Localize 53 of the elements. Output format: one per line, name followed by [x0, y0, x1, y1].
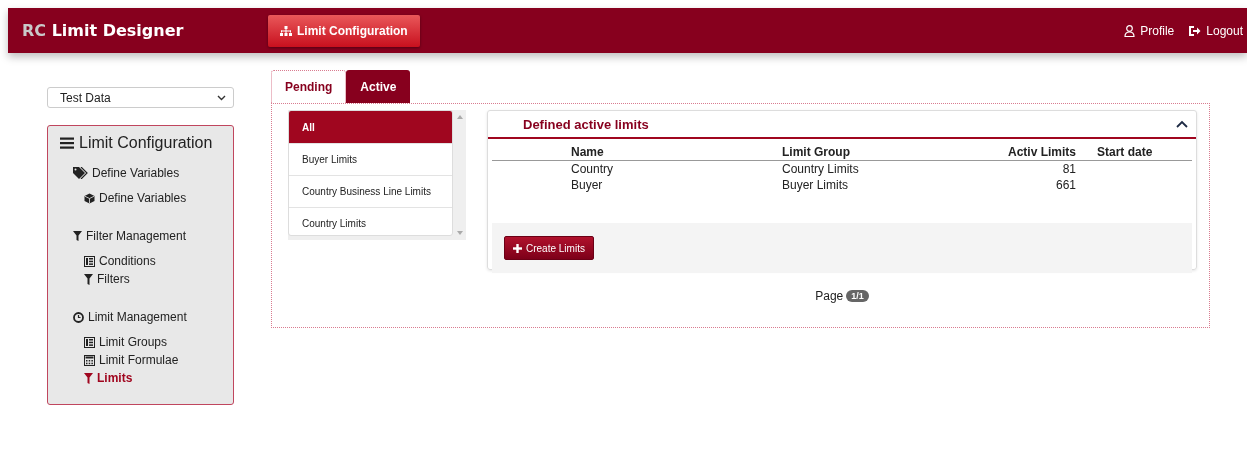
filter-icon	[84, 372, 93, 384]
cube-icon	[84, 192, 95, 204]
plus-icon	[513, 243, 522, 253]
page-badge: 1/1	[846, 290, 869, 302]
logout-link[interactable]: Logout	[1188, 23, 1243, 38]
filter-icon	[84, 273, 93, 285]
tag-icon	[73, 167, 88, 179]
column-header: Name	[571, 145, 605, 160]
dataset-select[interactable]: Test Data	[47, 87, 234, 108]
profile-link[interactable]: Profile	[1124, 23, 1175, 38]
group-heading: Filter Management	[86, 229, 187, 243]
group-heading: Define Variables	[92, 166, 180, 180]
table-cell-text: 81	[1061, 161, 1076, 177]
group-heading: Limit Management	[88, 310, 187, 324]
tab[interactable]: Active	[346, 70, 411, 103]
nav-item[interactable]: Conditions	[73, 252, 233, 270]
card-title: Defined active limits	[523, 116, 649, 132]
chevron-up-icon[interactable]	[1176, 120, 1188, 128]
table-cell-text: Buyer Limits	[782, 177, 850, 193]
column-header: Activ Limits	[1007, 145, 1076, 160]
table-icon	[84, 255, 95, 267]
list-item[interactable]: All	[289, 111, 452, 144]
calculator-icon	[84, 354, 95, 366]
app-title: RC Limit Designer	[22, 21, 185, 40]
list-item[interactable]: Buyer Limits	[289, 144, 452, 176]
panel-title: Limit Configuration	[79, 134, 213, 152]
scroll-up-icon[interactable]	[456, 115, 463, 119]
nav-item[interactable]: Limit Formulae	[73, 351, 233, 369]
sitemap-icon	[280, 25, 292, 36]
nav-item[interactable]: Filters	[73, 270, 233, 288]
create-button[interactable]: Create Limits	[504, 236, 594, 260]
menu-icon	[60, 137, 74, 149]
list-item[interactable]: Country Business Line Limits	[289, 176, 452, 208]
page-label: Page	[815, 289, 844, 303]
table-icon	[84, 336, 95, 348]
nav-item[interactable]: Define Variables	[73, 189, 233, 207]
table-cell-text: Country Limits	[782, 161, 860, 177]
chevron-down-icon	[217, 94, 226, 101]
nav-item[interactable]: Limits	[73, 369, 233, 387]
tab[interactable]: Pending	[271, 70, 347, 103]
list-item[interactable]: Country Limits	[289, 208, 452, 235]
column-header: Start date	[1096, 145, 1154, 160]
nav-button[interactable]: Limit Configuration	[268, 14, 420, 47]
user-icon	[1124, 24, 1136, 37]
table-cell-text: 661	[1054, 177, 1076, 193]
nav-item[interactable]: Limit Groups	[73, 333, 233, 351]
scroll-down-icon[interactable]	[456, 231, 463, 235]
table-cell-text: Buyer	[571, 177, 604, 193]
logout-icon	[1188, 24, 1202, 37]
column-header: Limit Group	[782, 145, 851, 160]
table-cell-text: Country	[571, 161, 615, 177]
clock-icon	[73, 311, 84, 323]
filter-icon	[73, 231, 82, 241]
